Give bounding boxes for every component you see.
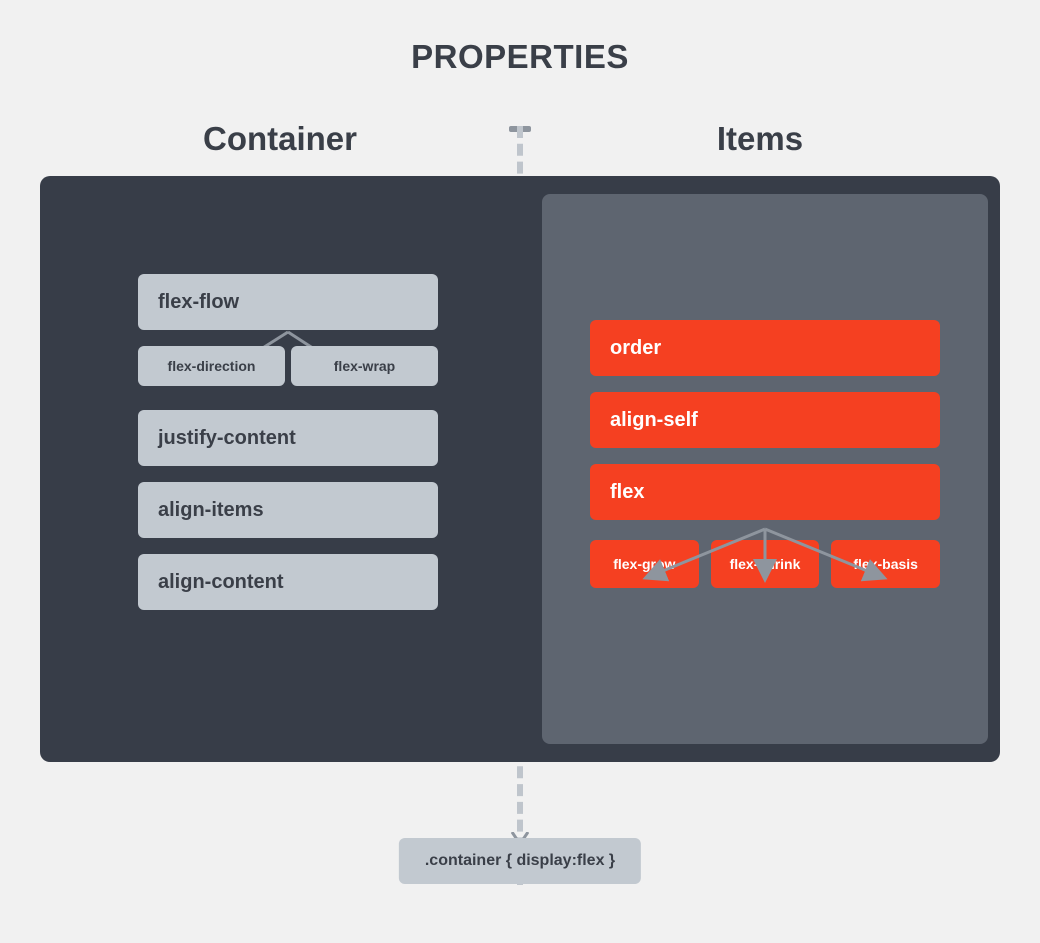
prop-flex-grow: flex-grow — [590, 540, 699, 588]
prop-order: order — [590, 320, 940, 376]
container-column: flex-flow flex-direction flex-wrap justi… — [40, 176, 520, 762]
prop-align-items: align-items — [138, 482, 438, 538]
prop-align-self: align-self — [590, 392, 940, 448]
items-column: order align-self flex flex-grow flex-shr… — [520, 176, 1000, 762]
prop-align-content: align-content — [138, 554, 438, 610]
prop-flex-shrink: flex-shrink — [711, 540, 820, 588]
page-title: PROPERTIES — [0, 38, 1040, 76]
items-inner-panel: order align-self flex flex-grow flex-shr… — [542, 194, 988, 744]
heading-items: Items — [520, 120, 1000, 158]
prop-flex-flow: flex-flow — [138, 274, 438, 330]
prop-flex-wrap: flex-wrap — [291, 346, 438, 386]
prop-flex: flex — [590, 464, 940, 520]
prop-flex-direction: flex-direction — [138, 346, 285, 386]
heading-container: Container — [40, 120, 520, 158]
prop-flex-basis: flex-basis — [831, 540, 940, 588]
main-panel: flex-flow flex-direction flex-wrap justi… — [40, 176, 1000, 762]
prop-justify-content: justify-content — [138, 410, 438, 466]
caption-code: .container { display:flex } — [399, 838, 641, 884]
